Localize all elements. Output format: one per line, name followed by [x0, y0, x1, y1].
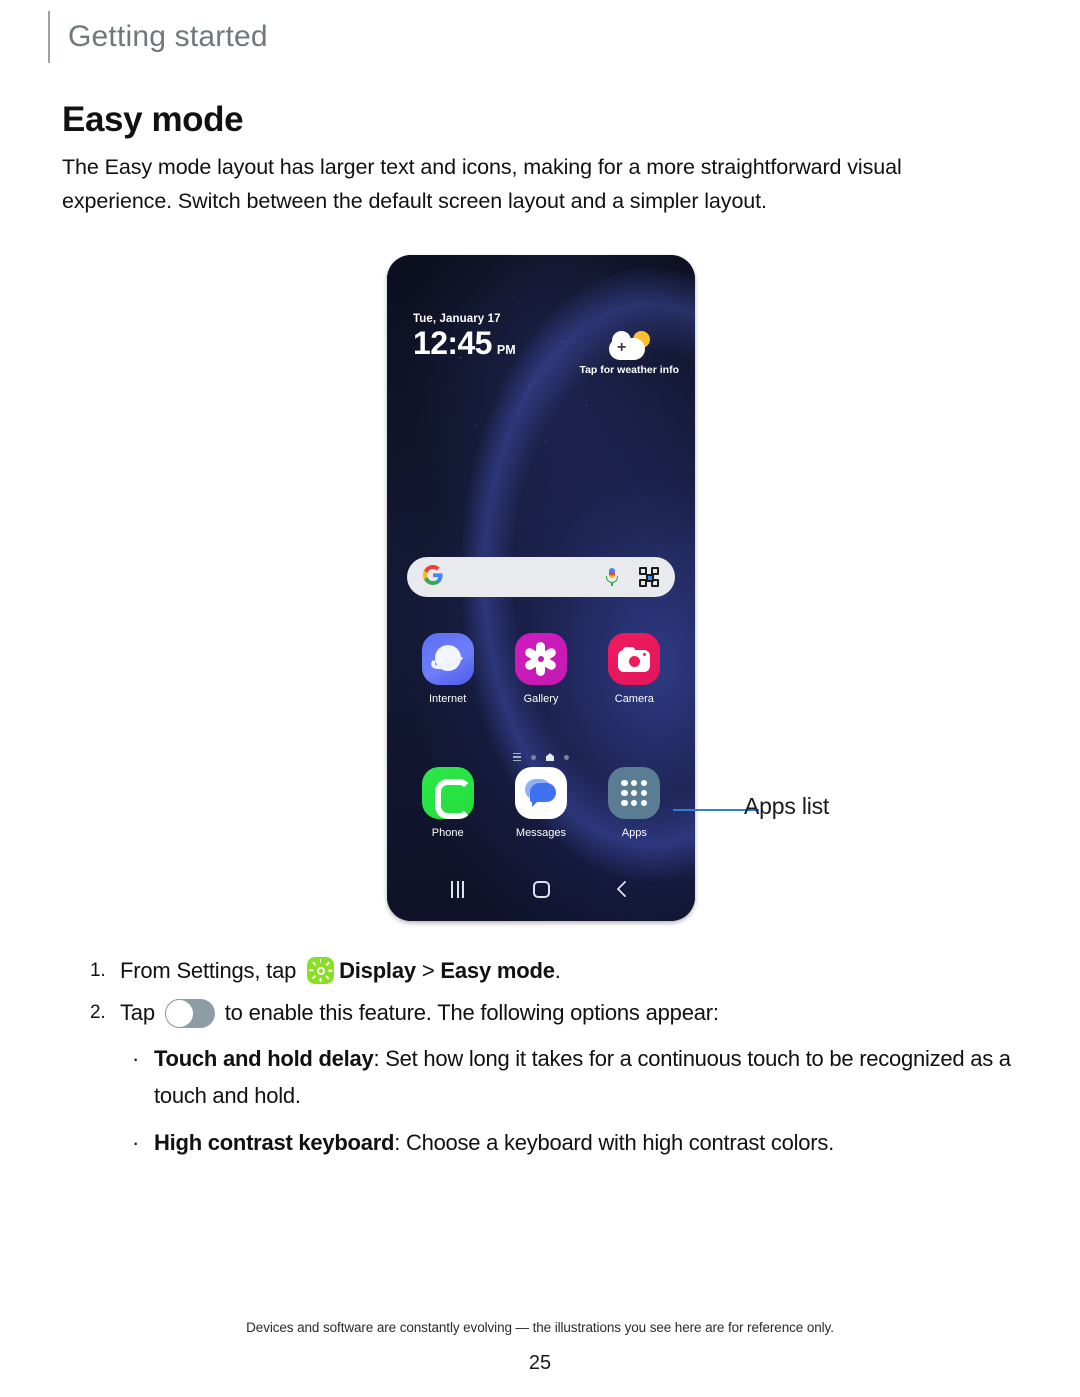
intro-paragraph: The Easy mode layout has larger text and…: [62, 155, 902, 213]
weather-widget[interactable]: + Tap for weather info: [579, 331, 679, 376]
bullet-term: High contrast keyboard: [154, 1130, 395, 1155]
step-prefix: From Settings, tap: [120, 958, 303, 983]
toggle-switch-off[interactable]: [164, 999, 215, 1028]
bullet-high-contrast-keyboard: · High contrast keyboard: Choose a keybo…: [132, 1124, 1012, 1161]
internet-browser-icon: [421, 633, 474, 685]
bullet-marker: ·: [132, 1046, 140, 1071]
weather-hint-label: Tap for weather info: [579, 364, 679, 376]
bullet-marker: ·: [132, 1130, 140, 1155]
bullet-term: Touch and hold delay: [154, 1046, 374, 1071]
app-label: Phone: [431, 827, 464, 839]
navigation-bar: [387, 871, 695, 907]
option-bullets: · Touch and hold delay: Set how long it …: [132, 1040, 1012, 1161]
phone-handset-icon: [421, 767, 474, 819]
app-label: Camera: [614, 693, 654, 705]
bullet-text: High contrast keyboard: Choose a keyboar…: [154, 1124, 1012, 1161]
apps-grid-icon: [608, 767, 661, 819]
callout-apps-list-label: Apps list: [744, 793, 830, 819]
messages-bubble-icon: [514, 767, 567, 819]
step-separator: >: [415, 958, 441, 983]
dot-icon[interactable]: [564, 754, 569, 760]
step-number: 2.: [90, 1002, 106, 1023]
app-label: Gallery: [523, 693, 559, 705]
display-brightness-icon: [307, 957, 335, 984]
manual-page: Getting started Easy mode The Easy mode …: [0, 0, 1080, 1397]
clock-time: 12:45 PM: [413, 327, 516, 359]
app-internet[interactable]: Internet: [409, 633, 487, 705]
clock-ampm: PM: [496, 343, 516, 357]
list-lines-icon: [513, 753, 521, 762]
app-phone[interactable]: Phone: [409, 767, 487, 839]
step-2: 2. Tap to enable this feature. The follo…: [90, 994, 1020, 1032]
clock-widget[interactable]: Tue, January 17 12:45 PM: [413, 313, 516, 359]
phone-mockup: Tue, January 17 12:45 PM + Tap for weath…: [387, 255, 695, 921]
instruction-steps: 1. From Settings, tap Display > Easy mod…: [90, 952, 1020, 1032]
step-suffix: .: [554, 958, 561, 983]
google-g-icon: [423, 565, 443, 589]
step-suffix: to enable this feature. The following op…: [218, 1000, 719, 1025]
app-camera[interactable]: Camera: [595, 633, 673, 705]
app-gallery[interactable]: Gallery: [502, 633, 580, 705]
app-label: Internet: [429, 693, 467, 705]
step-1: 1. From Settings, tap Display > Easy mod…: [90, 952, 1020, 990]
app-apps-list[interactable]: Apps: [595, 767, 673, 839]
bullet-text: Touch and hold delay: Set how long it ta…: [154, 1040, 1012, 1114]
home-active-icon[interactable]: [546, 753, 554, 762]
step-number: 1.: [90, 960, 106, 981]
gallery-flower-icon: [514, 633, 567, 685]
app-label: Apps: [621, 827, 647, 839]
step-prefix: Tap: [120, 1000, 161, 1025]
breadcrumb-label: Getting started: [68, 20, 268, 53]
google-search-bar[interactable]: [407, 557, 675, 597]
page-number: 25: [528, 1352, 552, 1374]
home-icon[interactable]: [532, 880, 550, 898]
microphone-icon[interactable]: [605, 567, 619, 587]
app-row-1: Internet Gallery Camera: [401, 633, 681, 705]
dot-icon[interactable]: [531, 754, 536, 760]
step-text: From Settings, tap Display > Easy mode.: [120, 952, 1020, 990]
google-lens-icon[interactable]: [639, 567, 659, 587]
breadcrumb: Getting started: [48, 10, 268, 64]
clock-hour-minute: 12:45: [413, 325, 492, 361]
app-messages[interactable]: Messages: [502, 767, 580, 839]
app-row-2: Phone Messages Apps: [401, 767, 681, 839]
home-page-indicator: [387, 753, 695, 762]
step-bold-easy-mode: Easy mode: [440, 958, 555, 983]
step-text: Tap to enable this feature. The followin…: [120, 994, 1020, 1032]
back-icon[interactable]: [616, 880, 634, 898]
cloud-plus-sun-icon: +: [606, 331, 652, 361]
plus-icon: +: [617, 339, 627, 356]
camera-icon: [608, 633, 661, 685]
app-label: Messages: [515, 827, 567, 839]
footer-disclaimer: Devices and software are constantly evol…: [246, 1320, 834, 1335]
clock-date: Tue, January 17: [413, 313, 501, 325]
step-bold-display: Display: [339, 958, 416, 983]
bullet-description: : Choose a keyboard with high contrast c…: [394, 1130, 834, 1155]
breadcrumb-divider: [48, 11, 50, 63]
recents-icon[interactable]: [451, 880, 465, 898]
bullet-touch-and-hold-delay: · Touch and hold delay: Set how long it …: [132, 1040, 1012, 1114]
toggle-knob: [164, 999, 194, 1028]
page-title: Easy mode: [62, 100, 244, 139]
